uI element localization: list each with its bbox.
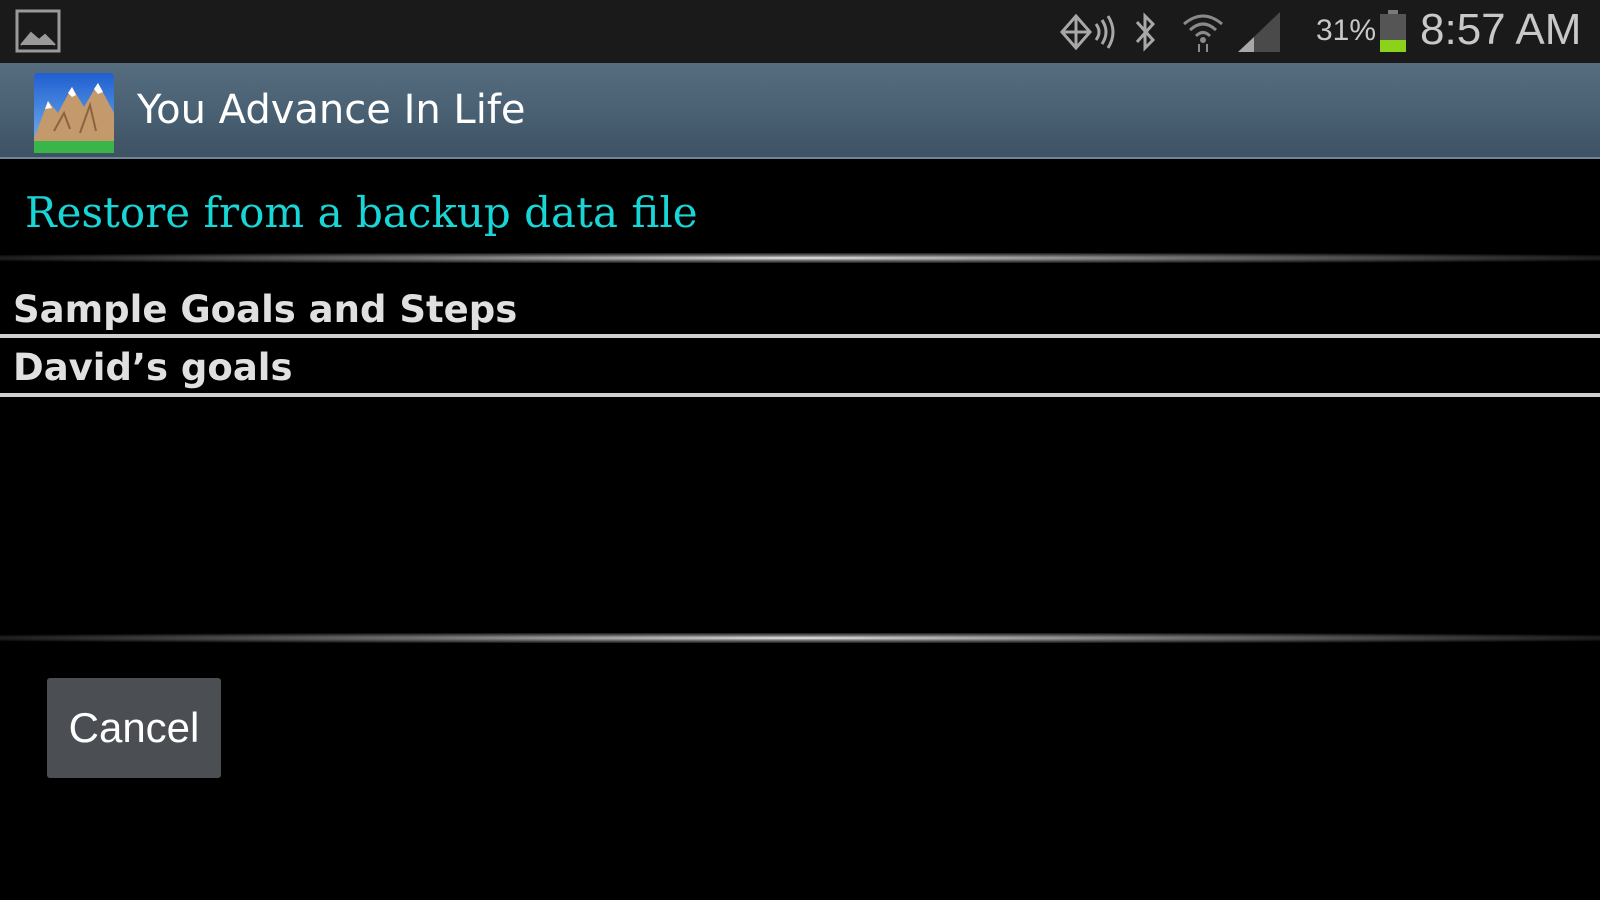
wifi-icon [1183, 14, 1223, 52]
title-divider [0, 253, 1600, 263]
action-bar: You Advance In Life [0, 63, 1600, 159]
list-item[interactable]: David’s goals [0, 340, 1600, 397]
button-divider [0, 633, 1600, 643]
status-bar: 31% 8:57 AM [0, 0, 1600, 63]
mountain-app-icon[interactable] [34, 73, 114, 153]
cancel-button[interactable]: Cancel [47, 678, 221, 778]
battery-percent: 31% [1316, 14, 1377, 47]
battery-icon [1380, 10, 1406, 52]
list-item-label: David’s goals [13, 346, 293, 389]
app-title: You Advance In Life [137, 87, 526, 133]
clock: 8:57 AM [1420, 5, 1582, 54]
list-item-label: Sample Goals and Steps [13, 288, 518, 331]
image-notification-icon [15, 9, 61, 53]
bluetooth-icon [1135, 12, 1156, 52]
nfc-icon [1060, 13, 1115, 51]
screen: 31% 8:57 AM You Advance In Life Restore … [0, 0, 1600, 900]
dialog-title: Restore from a backup data file [25, 188, 698, 237]
list-item[interactable]: Sample Goals and Steps [0, 282, 1600, 338]
signal-icon [1238, 12, 1280, 52]
